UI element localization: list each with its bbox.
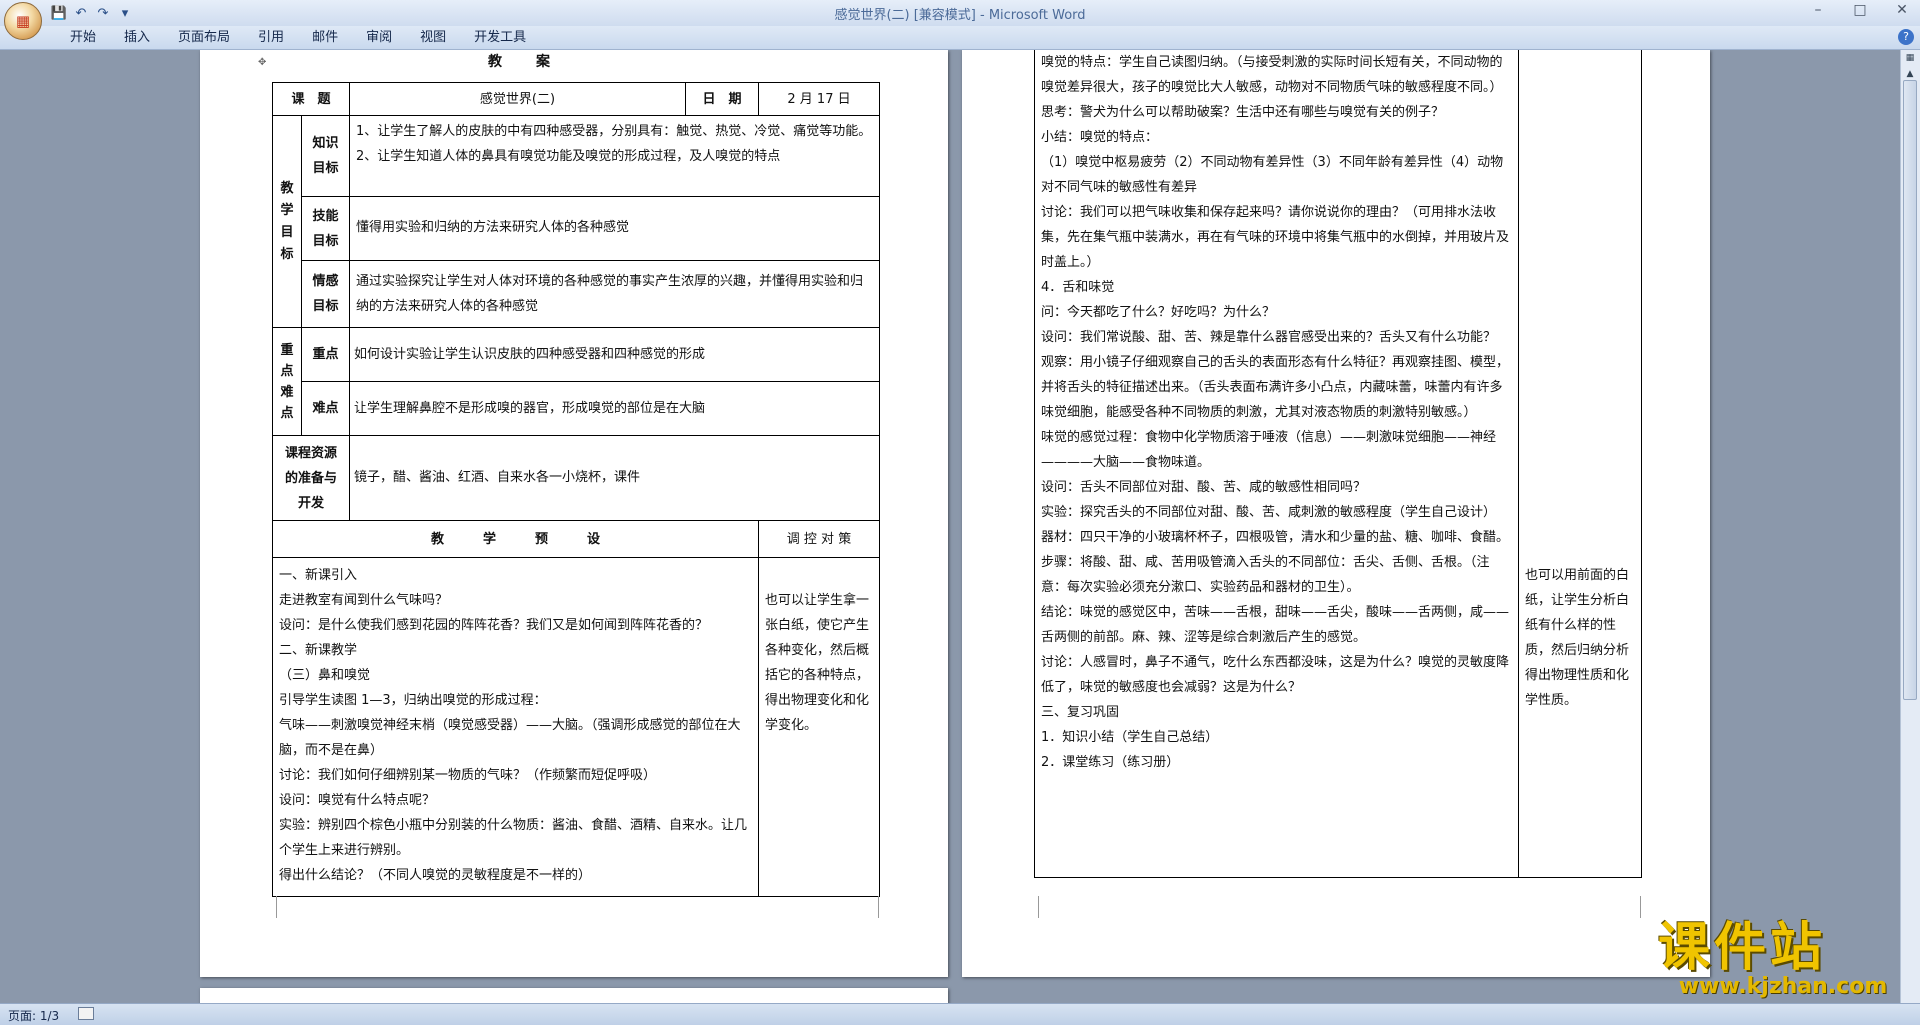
key-points-label: 重 点 难 点 [272, 327, 302, 436]
knowledge-label: 知识 目标 [301, 115, 350, 197]
control-header: 调 控 对 策 [758, 520, 880, 558]
watermark-logo: 课件站 www.kjzhan.com [1658, 920, 1908, 1000]
vertical-scrollbar[interactable]: ▦ ▲ [1900, 50, 1920, 1003]
corner-mark [1017, 896, 1039, 918]
date-value[interactable]: 2 月 17 日 [758, 82, 880, 116]
plan-line: 步骤：将酸、甜、咸、苦用吸管滴入舌头的不同部位：舌尖、舌侧、舌根。（注意：每次实… [1041, 555, 1490, 595]
plan-line: 二、新课教学 [279, 643, 358, 658]
redo-icon[interactable]: ↷ [94, 4, 112, 22]
knowledge-text[interactable]: 1、让学生了解人的皮肤的中有四种感受器，分别具有：触觉、热觉、冷觉、痛觉等功能。… [349, 115, 880, 197]
plan-line: 问：今天都吃了什么？好吃吗？为什么？ [1041, 305, 1276, 320]
ribbon-tabs: 开始 插入 页面布局 引用 邮件 审阅 视图 开发工具 [56, 29, 540, 47]
logo-text: 课件站 [1658, 917, 1827, 978]
plan-line: 设问：嗅觉有什么特点呢？ [279, 793, 436, 808]
plan-line: 实验：探究舌头的不同部位对甜、酸、苦、咸刺激的敏感程度（学生自己设计） [1041, 505, 1497, 520]
page-2: 嗅觉的特点：学生自己读图归纳。（与接受刺激的实际时间长短有关，不同动物的嗅觉差异… [962, 50, 1710, 977]
save-icon[interactable]: 💾 [50, 4, 68, 22]
office-logo-icon: ▦ [15, 12, 31, 30]
title-bar: 感觉世界(二) [兼容模式] - Microsoft Word – □ ✕ [0, 0, 1920, 26]
plan-line: 嗅觉的特点：学生自己读图归纳。（与接受刺激的实际时间长短有关，不同动物的嗅觉差异… [1041, 55, 1503, 95]
tab-view[interactable]: 视图 [406, 29, 460, 47]
plan-line: 思考：警犬为什么可以帮助破案？生活中还有哪些与嗅觉有关的例子？ [1041, 105, 1445, 120]
plan-line: 讨论：我们如何仔细辨别某一物质的气味？（作频繁而短促呼吸） [279, 768, 657, 783]
tab-developer[interactable]: 开发工具 [460, 29, 540, 47]
plan-line: 讨论：人感冒时，鼻子不通气，吃什么东西都没味，这是为什么？嗅觉的灵敏度降低了，味… [1041, 655, 1510, 695]
page-3 [200, 988, 948, 1003]
tab-references[interactable]: 引用 [244, 29, 298, 47]
plan-line: （1）嗅觉中枢易疲劳（2）不同动物有差异性（3）不同年龄有差异性（4）动物对不同… [1041, 155, 1504, 195]
resources-label: 课程资源 的准备与 开发 [272, 435, 350, 521]
lesson-label: 课 题 [272, 82, 350, 116]
plan-line: 三、复习巩固 [1041, 705, 1120, 720]
plan-line: 设问：是什么使我们感到花园的阵阵花香？我们又是如何闻到阵阵花香的？ [279, 618, 709, 633]
plan-line: 器材：四只干净的小玻璃杯杯子，四根吸管，清水和少量的盐、糖、咖啡、食醋。 [1041, 530, 1510, 545]
focus-text[interactable]: 如何设计实验让学生认识皮肤的四种感受器和四种感觉的形成 [349, 327, 880, 382]
side-notes[interactable]: 也可以用前面的白纸，让学生分析白纸有什么样的性质，然后归纳分析得出物理性质和化学… [1518, 50, 1642, 878]
corner-mark [878, 896, 900, 918]
proofing-icon[interactable] [78, 1007, 94, 1020]
emotion-label: 情感 目标 [301, 260, 350, 328]
quick-access-toolbar: 💾 ↶ ↷ ▾ [50, 3, 134, 23]
difficulty-text[interactable]: 让学生理解鼻腔不是形成嗅的器官，形成嗅觉的部位是在大脑 [349, 381, 880, 436]
corner-mark [1640, 896, 1662, 918]
minimize-icon[interactable]: – [1806, 2, 1830, 22]
logo-url: www.kjzhan.com [1678, 974, 1888, 999]
plan-line: 味觉的感觉过程：食物中化学物质溶于唾液（信息）——刺激味觉细胞——神经————大… [1041, 430, 1497, 470]
plan-line: 气味——刺激嗅觉神经末梢（嗅觉感受器）——大脑。（强调形成感觉的部位在大脑，而不… [279, 718, 741, 758]
plan-body-continued[interactable]: 嗅觉的特点：学生自己读图归纳。（与接受刺激的实际时间长短有关，不同动物的嗅觉差异… [1034, 50, 1519, 878]
control-body[interactable]: 也可以让学生拿一张白纸，使它产生各种变化，然后概括它的各种特点，得出物理变化和化… [758, 557, 880, 897]
plan-line: 实验：辨别四个棕色小瓶中分别装的什么物质：酱油、食醋、酒精、自来水。让几个学生上… [279, 818, 748, 858]
plan-line: 一、新课引入 [279, 568, 358, 583]
window-controls: – □ ✕ [1806, 2, 1914, 22]
status-bar: 页面: 1/3 [0, 1003, 1920, 1025]
tab-home[interactable]: 开始 [56, 29, 110, 47]
skill-text[interactable]: 懂得用实验和归纳的方法来研究人体的各种感觉 [349, 196, 880, 261]
plan-line: 小结：嗅觉的特点： [1041, 130, 1159, 145]
page-1: ✥ 教 案 课 题 感觉世界(二) 日 期 2 月 17 日 教 学 目 标 知… [200, 50, 948, 977]
focus-label: 重点 [301, 327, 350, 382]
plan-line: 引导学生读图 1—3，归纳出嗅觉的形成过程： [279, 693, 547, 708]
help-icon[interactable]: ? [1898, 29, 1914, 45]
difficulty-label: 难点 [301, 381, 350, 436]
corner-mark [255, 896, 277, 918]
page-indicator[interactable]: 页面: 1/3 [8, 1007, 59, 1024]
ribbon: 开始 插入 页面布局 引用 邮件 审阅 视图 开发工具 ? [0, 26, 1920, 50]
plan-line: 讨论：我们可以把气味收集和保存起来吗？请你说说你的理由？（可用排水法收集，先在集… [1041, 205, 1510, 270]
plan-line: 走进教室有闻到什么气味吗？ [279, 593, 449, 608]
plan-line: 设问：舌头不同部位对甜、酸、苦、咸的敏感性相同吗？ [1041, 480, 1367, 495]
lesson-value[interactable]: 感觉世界(二) [349, 82, 686, 116]
plan-line: 结论：味觉的感觉区中，苦味——舌根，甜味——舌尖，酸味——舌两侧，咸——舌两侧的… [1041, 605, 1510, 645]
document-heading: 教 案 [488, 53, 552, 70]
plan-line: 设问：我们常说酸、甜、苦、辣是靠什么器官感受出来的？舌头又有什么功能？ [1041, 330, 1497, 345]
tab-insert[interactable]: 插入 [110, 29, 164, 47]
ruler-toggle-icon[interactable]: ▦ [1901, 50, 1919, 66]
goals-label: 教 学 目 标 [272, 115, 302, 328]
resources-text[interactable]: 镜子，醋、酱油、红酒、自来水各一小烧杯，课件 [349, 435, 880, 521]
plan-line: 得出什么结论？（不同人嗅觉的灵敏程度是不一样的） [279, 868, 592, 883]
office-button[interactable]: ▦ [4, 2, 42, 40]
customize-icon[interactable]: ▾ [116, 4, 134, 22]
window-title: 感觉世界(二) [兼容模式] - Microsoft Word [834, 8, 1086, 23]
document-workspace: ✥ 教 案 课 题 感觉世界(二) 日 期 2 月 17 日 教 学 目 标 知… [0, 50, 1900, 1003]
maximize-icon[interactable]: □ [1848, 2, 1872, 22]
date-label: 日 期 [685, 82, 759, 116]
plan-body[interactable]: 一、新课引入 走进教室有闻到什么气味吗？ 设问：是什么使我们感到花园的阵阵花香？… [272, 557, 759, 897]
emotion-text[interactable]: 通过实验探究让学生对人体对环境的各种感觉的事实产生浓厚的兴趣，并懂得用实验和归纳… [349, 260, 880, 328]
plan-header: 教 学 预 设 [272, 520, 759, 558]
close-icon[interactable]: ✕ [1890, 2, 1914, 22]
tab-page-layout[interactable]: 页面布局 [164, 29, 244, 47]
plan-line: 1．知识小结（学生自己总结） [1041, 730, 1219, 745]
skill-label: 技能 目标 [301, 196, 350, 261]
plan-line: 2．课堂练习（练习册） [1041, 755, 1180, 770]
plan-line: 4．舌和味觉 [1041, 280, 1115, 295]
tab-review[interactable]: 审阅 [352, 29, 406, 47]
tab-mailings[interactable]: 邮件 [298, 29, 352, 47]
table-move-handle-icon[interactable]: ✥ [258, 57, 266, 68]
undo-icon[interactable]: ↶ [72, 4, 90, 22]
plan-line: （三）鼻和嗅觉 [279, 668, 371, 683]
plan-line: 观察：用小镜子仔细观察自己的舌头的表面形态有什么特征？再观察挂图、模型，并将舌头… [1041, 355, 1510, 420]
scrollbar-thumb[interactable] [1903, 80, 1917, 700]
